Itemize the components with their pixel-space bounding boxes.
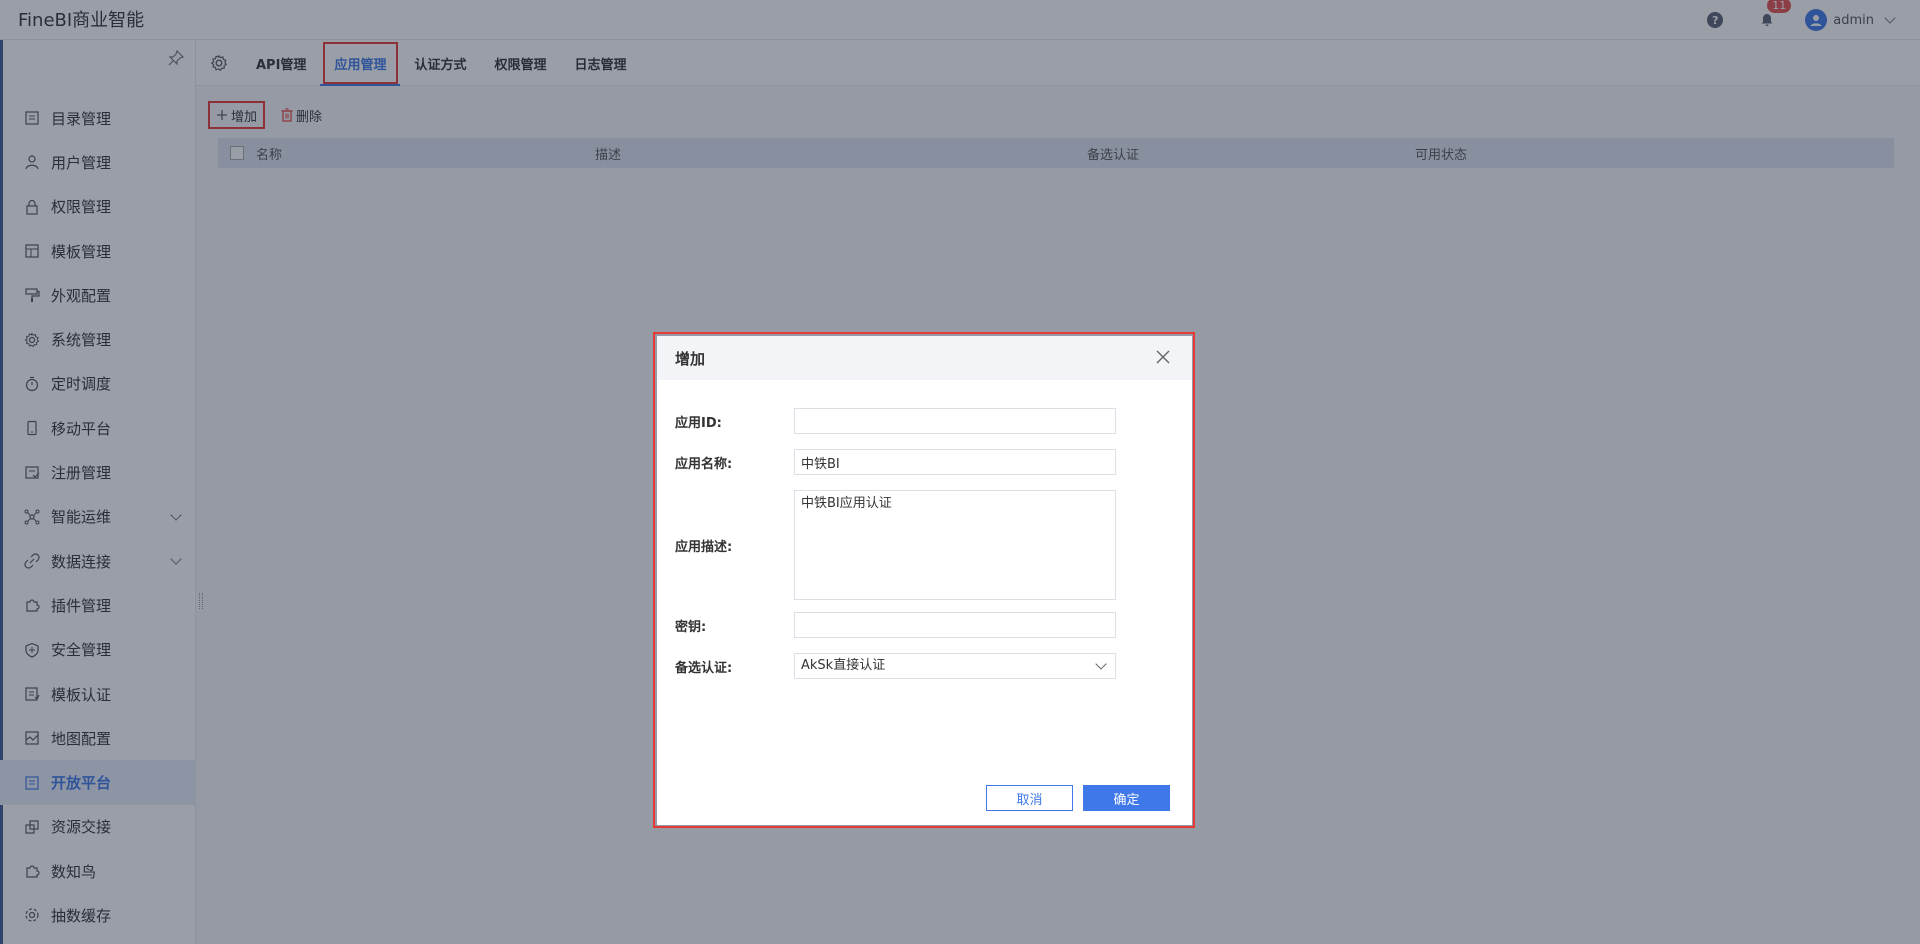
app-desc-label: 应用描述: — [675, 539, 733, 555]
secret-label: 密钥: — [675, 619, 707, 635]
chevron-down-icon — [1095, 658, 1107, 670]
app-id-row: 应用ID: — [675, 408, 1116, 434]
close-icon[interactable] — [1156, 350, 1170, 364]
app-name-input[interactable] — [794, 449, 1116, 475]
alt-auth-label: 备选认证: — [675, 660, 733, 676]
app-id-label: 应用ID: — [675, 415, 722, 431]
confirm-button[interactable]: 确定 — [1083, 785, 1170, 811]
alt-auth-select[interactable]: AkSk直接认证 — [794, 653, 1116, 679]
dialog-header: 增加 — [657, 336, 1192, 380]
app-desc-row: 应用描述: 中铁BI应用认证 — [675, 490, 1116, 600]
dialog-footer: 取消 确定 — [986, 785, 1170, 811]
secret-row: 密钥: — [675, 612, 1116, 638]
app-desc-textarea[interactable]: 中铁BI应用认证 — [794, 490, 1116, 600]
add-app-dialog: 增加 应用ID: 应用名称: 应用描述: 中铁BI应用认证 密钥: 备选认证: … — [657, 336, 1192, 825]
dialog-title: 增加 — [675, 349, 706, 368]
alt-auth-selected-value: AkSk直接认证 — [801, 658, 886, 673]
secret-input[interactable] — [794, 612, 1116, 638]
app-id-input[interactable] — [794, 408, 1116, 434]
app-name-row: 应用名称: — [675, 449, 1116, 475]
app-name-label: 应用名称: — [675, 456, 733, 472]
alt-auth-row: 备选认证: AkSk直接认证 — [675, 653, 1116, 679]
cancel-button[interactable]: 取消 — [986, 785, 1073, 811]
